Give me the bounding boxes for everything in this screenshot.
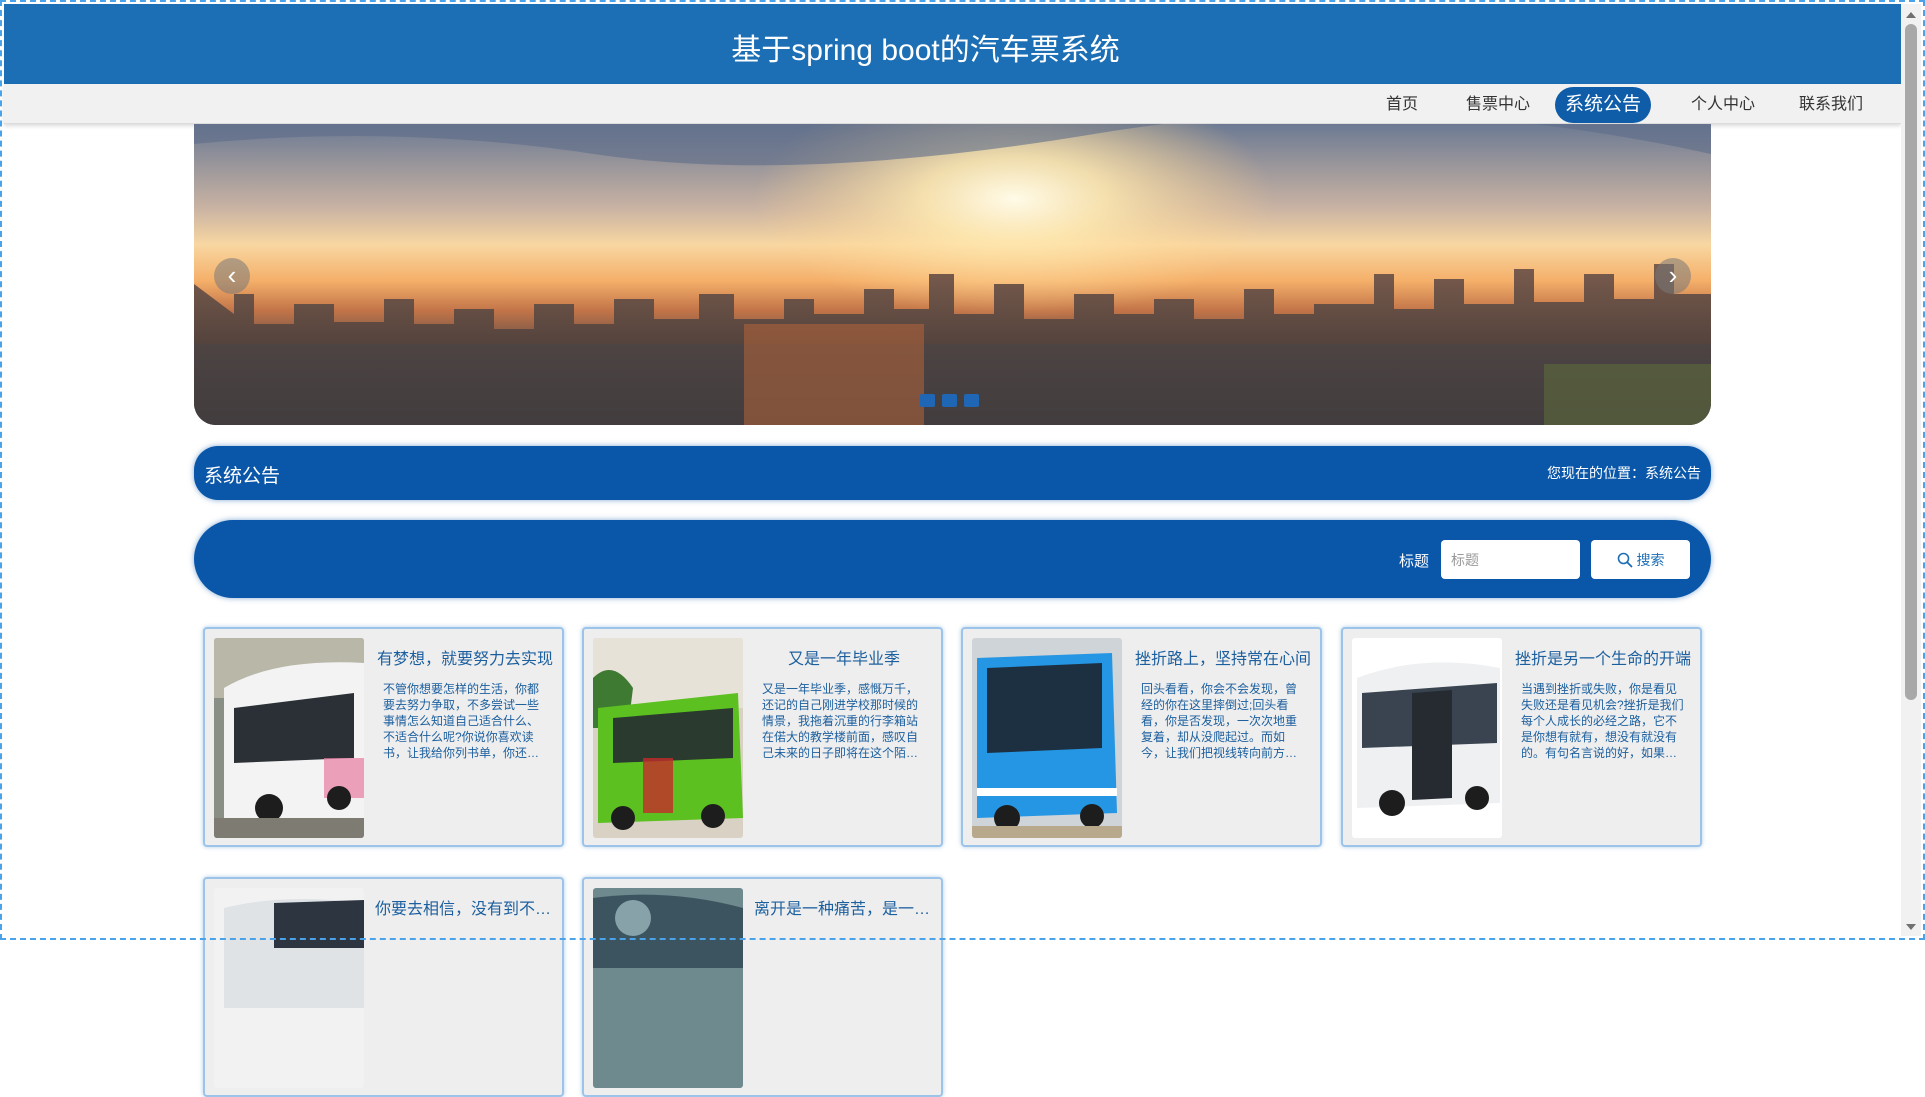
notice-thumbnail: [593, 888, 743, 1088]
notice-thumbnail: [214, 888, 364, 1088]
nav-item-user-center[interactable]: 个人中心: [1681, 88, 1765, 122]
carousel-dot-1[interactable]: [920, 394, 935, 407]
search-label: 标题: [1399, 553, 1430, 570]
notice-summary: 不管你想要怎样的生活，你都要去努力争取，不多尝试一些事情怎么知道自己适合什么、不…: [383, 682, 540, 760]
notice-card[interactable]: 挫折路上，坚持常在心间 回头看看，你会不会发现，曾经的你在这里摔倒过;回头看看，…: [961, 627, 1322, 847]
notice-title[interactable]: 有梦想，就要努力去实现: [375, 645, 555, 669]
notice-title[interactable]: 挫折是另一个生命的开端: [1513, 645, 1693, 669]
nav-item-announcements[interactable]: 系统公告: [1555, 87, 1652, 123]
scroll-up-icon[interactable]: [1906, 12, 1916, 18]
banner-carousel: ‹ ›: [194, 124, 1711, 425]
carousel-next-button[interactable]: ›: [1655, 258, 1691, 294]
breadcrumb: 您现在的位置：系统公告: [1547, 465, 1701, 481]
notice-title[interactable]: 你要去相信，没有到不了的明天: [375, 895, 555, 919]
section-header: 系统公告 您现在的位置：系统公告: [194, 446, 1711, 500]
title-search-input[interactable]: [1441, 540, 1580, 579]
main-nav: 首页 售票中心 系统公告 个人中心 联系我们: [4, 84, 1901, 124]
notice-card[interactable]: 挫折是另一个生命的开端 当遇到挫折或失败，你是看见失败还是看见机会?挫折是我们每…: [1341, 627, 1702, 847]
site-title: 基于spring boot的汽车票系统: [731, 34, 1120, 67]
notice-summary: 当遇到挫折或失败，你是看见失败还是看见机会?挫折是我们每个人成长的必经之路，它不…: [1521, 682, 1684, 760]
search-bar: 标题 搜索: [194, 520, 1711, 598]
notice-card[interactable]: 你要去相信，没有到不了的明天: [203, 877, 564, 1097]
nav-item-home[interactable]: 首页: [1376, 88, 1428, 122]
search-button[interactable]: 搜索: [1591, 540, 1690, 579]
chevron-right-icon: ›: [1668, 260, 1678, 290]
notice-summary: 又是一年毕业季，感慨万千，还记的自己刚进学校那时候的情景，我拖着沉重的行李箱站在…: [762, 682, 919, 760]
notice-thumbnail: [214, 638, 364, 838]
notice-title[interactable]: 离开是一种痛苦，是一种勇气: [754, 895, 934, 919]
notice-title[interactable]: 又是一年毕业季: [754, 645, 934, 669]
scrollbar-thumb[interactable]: [1905, 24, 1917, 700]
notice-summary: [383, 931, 547, 1015]
notice-card[interactable]: 有梦想，就要努力去实现 不管你想要怎样的生活，你都要去努力争取，不多尝试一些事情…: [203, 627, 564, 847]
notice-card[interactable]: 离开是一种痛苦，是一种勇气: [582, 877, 943, 1097]
notice-card[interactable]: 又是一年毕业季 又是一年毕业季，感慨万千，还记的自己刚进学校那时候的情景，我拖着…: [582, 627, 943, 847]
section-title: 系统公告: [204, 466, 281, 487]
carousel-dot-3[interactable]: [964, 394, 979, 407]
nav-item-contact[interactable]: 联系我们: [1789, 88, 1873, 122]
notice-summary: [762, 931, 926, 1015]
scroll-down-icon[interactable]: [1906, 924, 1916, 930]
chevron-left-icon: ‹: [227, 260, 237, 290]
notice-title[interactable]: 挫折路上，坚持常在心间: [1133, 645, 1313, 669]
page-scrollbar[interactable]: [1901, 4, 1921, 936]
notice-thumbnail: [593, 638, 743, 838]
search-icon: [1617, 552, 1632, 567]
carousel-indicators: [920, 394, 979, 407]
notice-thumbnail: [1352, 638, 1502, 838]
site-header: 基于spring boot的汽车票系统: [4, 4, 1901, 84]
nav-item-ticket-center[interactable]: 售票中心: [1456, 88, 1540, 122]
carousel-prev-button[interactable]: ‹: [214, 258, 250, 294]
notice-summary: 回头看看，你会不会发现，曾经的你在这里摔倒过;回头看看，你是否发现，一次次地重复…: [1141, 682, 1298, 760]
carousel-dot-2[interactable]: [942, 394, 957, 407]
city-sunset-image: [194, 124, 1711, 425]
notice-thumbnail: [972, 638, 1122, 838]
search-button-label: 搜索: [1636, 551, 1665, 568]
